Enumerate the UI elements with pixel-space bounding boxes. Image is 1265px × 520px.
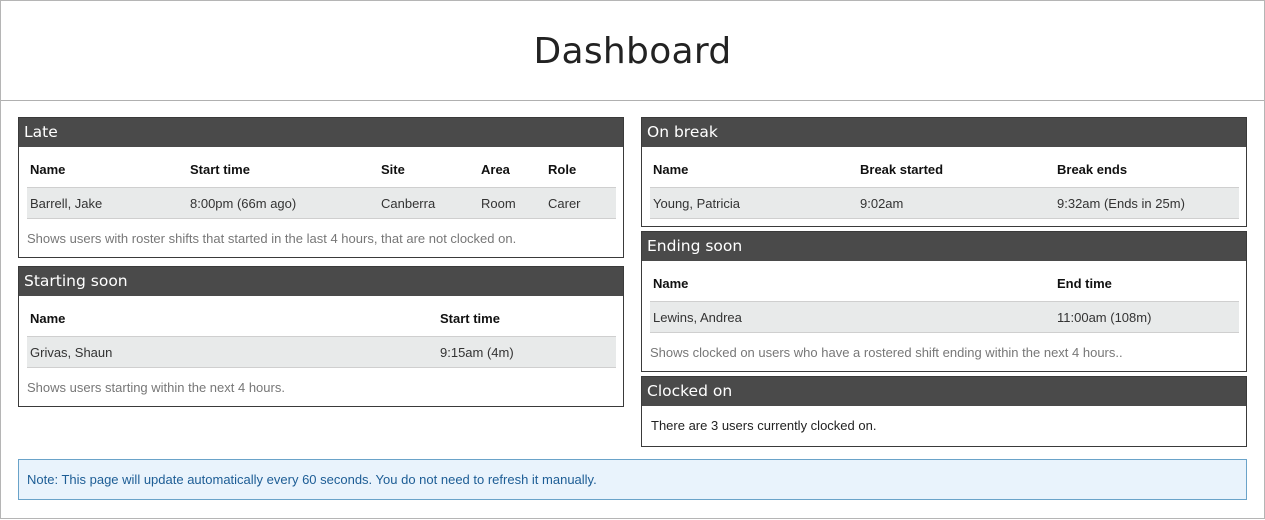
auto-refresh-notice: Note: This page will update automaticall… xyxy=(18,459,1247,500)
cell-role: Carer xyxy=(545,187,616,219)
clocked-on-panel-title: Clocked on xyxy=(642,377,1246,406)
starting-soon-panel-description: Shows users starting within the next 4 h… xyxy=(27,380,285,395)
page-header: Dashboard xyxy=(1,1,1264,101)
starting-soon-panel: Starting soon Name Start time Grivas, Sh… xyxy=(18,266,624,407)
late-panel-title: Late xyxy=(19,118,623,147)
starting-soon-table: Name Start time Grivas, Shaun 9:15am (4m… xyxy=(27,296,616,368)
clocked-on-panel: Clocked on There are 3 users currently c… xyxy=(641,376,1247,447)
late-panel-description: Shows users with roster shifts that star… xyxy=(27,231,517,246)
column-header-area: Area xyxy=(481,161,510,177)
column-header-role: Role xyxy=(548,161,577,177)
ending-soon-panel: Ending soon Name End time Lewins, Andrea… xyxy=(641,231,1247,372)
column-header-name: Name xyxy=(653,161,689,177)
column-header-site: Site xyxy=(381,161,405,177)
cell-name: Barrell, Jake xyxy=(27,187,187,219)
column-header-start-time: Start time xyxy=(440,310,500,326)
on-break-panel: On break Name Break started Break ends Y… xyxy=(641,117,1247,227)
table-header-row: Name End time xyxy=(650,261,1239,302)
column-header-name: Name xyxy=(30,161,66,177)
table-row: Young, Patricia 9:02am 9:32am (Ends in 2… xyxy=(650,187,1239,219)
table-row: Lewins, Andrea 11:00am (108m) xyxy=(650,301,1239,333)
cell-site: Canberra xyxy=(378,187,478,219)
table-header-row: Name Break started Break ends xyxy=(650,147,1239,188)
cell-name: Young, Patricia xyxy=(650,187,857,219)
on-break-panel-title: On break xyxy=(642,118,1246,147)
column-header-name: Name xyxy=(30,310,66,326)
cell-area: Room xyxy=(478,187,545,219)
table-header-row: Name Start time xyxy=(27,296,616,337)
column-header-break-ends: Break ends xyxy=(1057,161,1128,177)
page-title: Dashboard xyxy=(533,31,732,72)
cell-start-time: 8:00pm (66m ago) xyxy=(187,187,378,219)
column-header-start-time: Start time xyxy=(190,161,250,177)
cell-end-time: 11:00am (108m) xyxy=(1054,301,1239,333)
column-header-end-time: End time xyxy=(1057,275,1112,291)
late-panel: Late Name Start time Site Area Role Barr… xyxy=(18,117,624,258)
table-row: Grivas, Shaun 9:15am (4m) xyxy=(27,336,616,368)
cell-name: Lewins, Andrea xyxy=(650,301,1054,333)
table-header-row: Name Start time Site Area Role xyxy=(27,147,616,188)
cell-break-started: 9:02am xyxy=(857,187,1054,219)
late-table: Name Start time Site Area Role Barrell, … xyxy=(27,147,616,219)
cell-break-ends: 9:32am (Ends in 25m) xyxy=(1054,187,1239,219)
cell-start-time: 9:15am (4m) xyxy=(437,336,616,368)
starting-soon-panel-title: Starting soon xyxy=(19,267,623,296)
ending-soon-table: Name End time Lewins, Andrea 11:00am (10… xyxy=(650,261,1239,333)
column-header-name: Name xyxy=(653,275,689,291)
clocked-on-summary: There are 3 users currently clocked on. xyxy=(651,418,877,433)
on-break-table: Name Break started Break ends Young, Pat… xyxy=(650,147,1239,219)
cell-name: Grivas, Shaun xyxy=(27,336,437,368)
ending-soon-panel-description: Shows clocked on users who have a roster… xyxy=(650,345,1123,360)
table-row: Barrell, Jake 8:00pm (66m ago) Canberra … xyxy=(27,187,616,219)
column-header-break-started: Break started xyxy=(860,161,944,177)
ending-soon-panel-title: Ending soon xyxy=(642,232,1246,261)
